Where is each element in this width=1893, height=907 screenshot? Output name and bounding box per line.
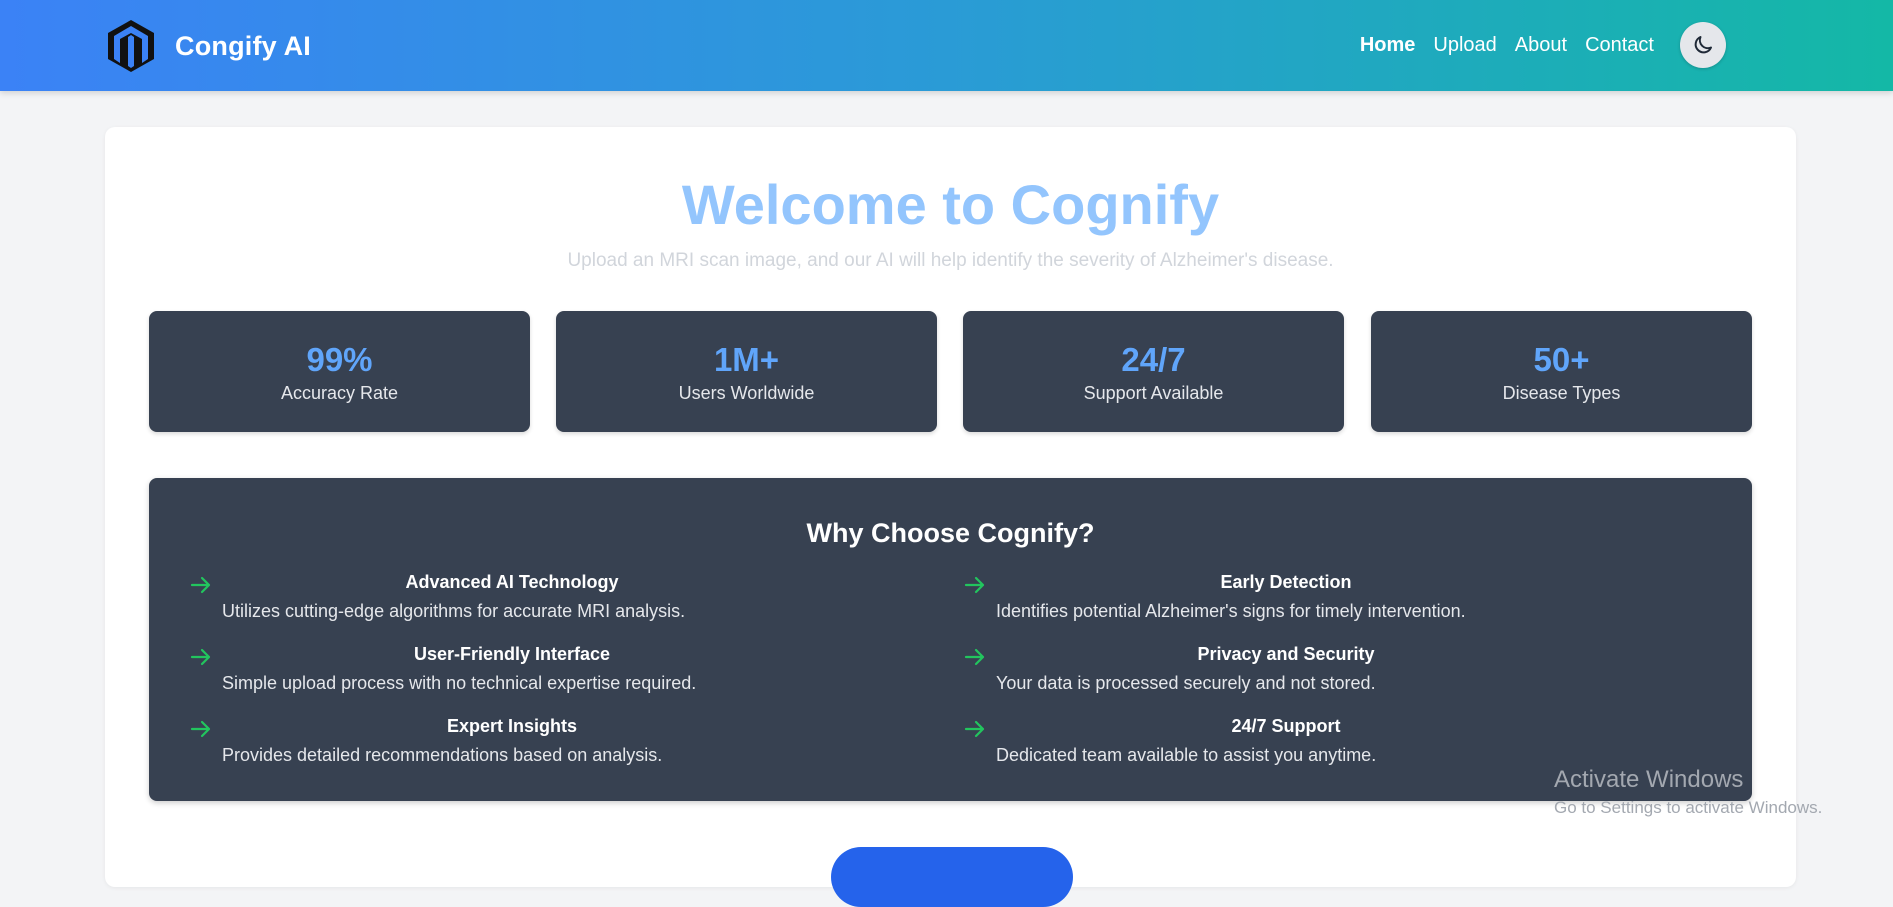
stat-label: Disease Types — [1502, 383, 1621, 403]
arrow-right-icon — [190, 648, 211, 666]
get-started-button[interactable] — [831, 847, 1073, 907]
nav-link-about[interactable]: About — [1515, 34, 1567, 57]
nav-link-upload[interactable]: Upload — [1433, 34, 1496, 57]
main-card: Welcome to Cognify Upload an MRI scan im… — [105, 127, 1796, 907]
stat-value: 1M+ — [713, 341, 780, 378]
page-subtitle: Upload an MRI scan image, and our AI wil… — [567, 250, 1334, 271]
stat-value: 24/7 — [1121, 341, 1186, 378]
feature-name: Privacy and Security — [1197, 644, 1375, 664]
brand-logo-icon — [108, 20, 154, 72]
moon-icon — [1694, 36, 1712, 54]
stat-card-users: 1M+ Users Worldwide — [556, 311, 937, 432]
nav-link-home[interactable]: Home — [1360, 34, 1416, 57]
theme-toggle-button[interactable] — [1680, 22, 1726, 68]
feature-item: Privacy and Security Your data is proces… — [964, 644, 1684, 704]
feature-desc: Identifies potential Alzheimer's signs f… — [996, 601, 1466, 621]
watermark-subtitle: Go to Settings to activate Windows. — [1554, 798, 1823, 817]
brand-name: Congify AI — [175, 30, 311, 61]
feature-item: User-Friendly Interface Simple upload pr… — [190, 644, 910, 704]
arrow-right-icon — [190, 576, 211, 594]
feature-desc: Provides detailed recommendations based … — [222, 745, 663, 765]
feature-desc: Simple upload process with no technical … — [222, 673, 697, 693]
feature-name: Expert Insights — [446, 716, 578, 736]
feature-desc: Utilizes cutting-edge algorithms for acc… — [222, 601, 686, 621]
activate-windows-watermark: Activate Windows Go to Settings to activ… — [1554, 766, 1822, 818]
stat-label: Users Worldwide — [678, 383, 815, 403]
nav-link-contact[interactable]: Contact — [1585, 34, 1654, 57]
why-choose-section: Why Choose Cognify? Advanced AI Technolo… — [149, 478, 1752, 801]
feature-desc: Your data is processed securely and not … — [996, 673, 1376, 693]
stat-value: 99% — [306, 341, 373, 378]
stat-label: Accuracy Rate — [280, 383, 399, 403]
watermark-title: Activate Windows — [1554, 766, 1744, 793]
stat-card-accuracy: 99% Accuracy Rate — [149, 311, 530, 432]
stat-card-support: 24/7 Support Available — [963, 311, 1344, 432]
feature-item: Advanced AI Technology Utilizes cutting-… — [190, 572, 910, 632]
arrow-right-icon — [190, 720, 211, 738]
feature-name: User-Friendly Interface — [413, 644, 611, 664]
page-title: Welcome to Cognify — [681, 173, 1220, 236]
stats-row: 99% Accuracy Rate 1M+ Users Worldwide 24… — [149, 311, 1752, 432]
arrow-right-icon — [964, 576, 985, 594]
feature-item: Expert Insights Provides detailed recomm… — [190, 716, 910, 776]
feature-name: 24/7 Support — [1231, 716, 1341, 736]
feature-desc: Dedicated team available to assist you a… — [996, 745, 1377, 765]
feature-name: Early Detection — [1220, 572, 1352, 592]
stat-card-disease-types: 50+ Disease Types — [1371, 311, 1752, 432]
arrow-right-icon — [964, 720, 985, 738]
stat-label: Support Available — [1083, 383, 1224, 403]
why-title: Why Choose Cognify? — [806, 518, 1095, 548]
brand[interactable]: Congify AI — [107, 18, 311, 74]
nav-links: Home Upload About Contact — [1342, 22, 1726, 68]
top-navbar: Congify AI Home Upload About Contact — [0, 0, 1893, 91]
feature-name: Advanced AI Technology — [405, 572, 619, 592]
arrow-right-icon — [964, 648, 985, 666]
feature-item: Early Detection Identifies potential Alz… — [964, 572, 1684, 632]
stat-value: 50+ — [1533, 341, 1590, 378]
